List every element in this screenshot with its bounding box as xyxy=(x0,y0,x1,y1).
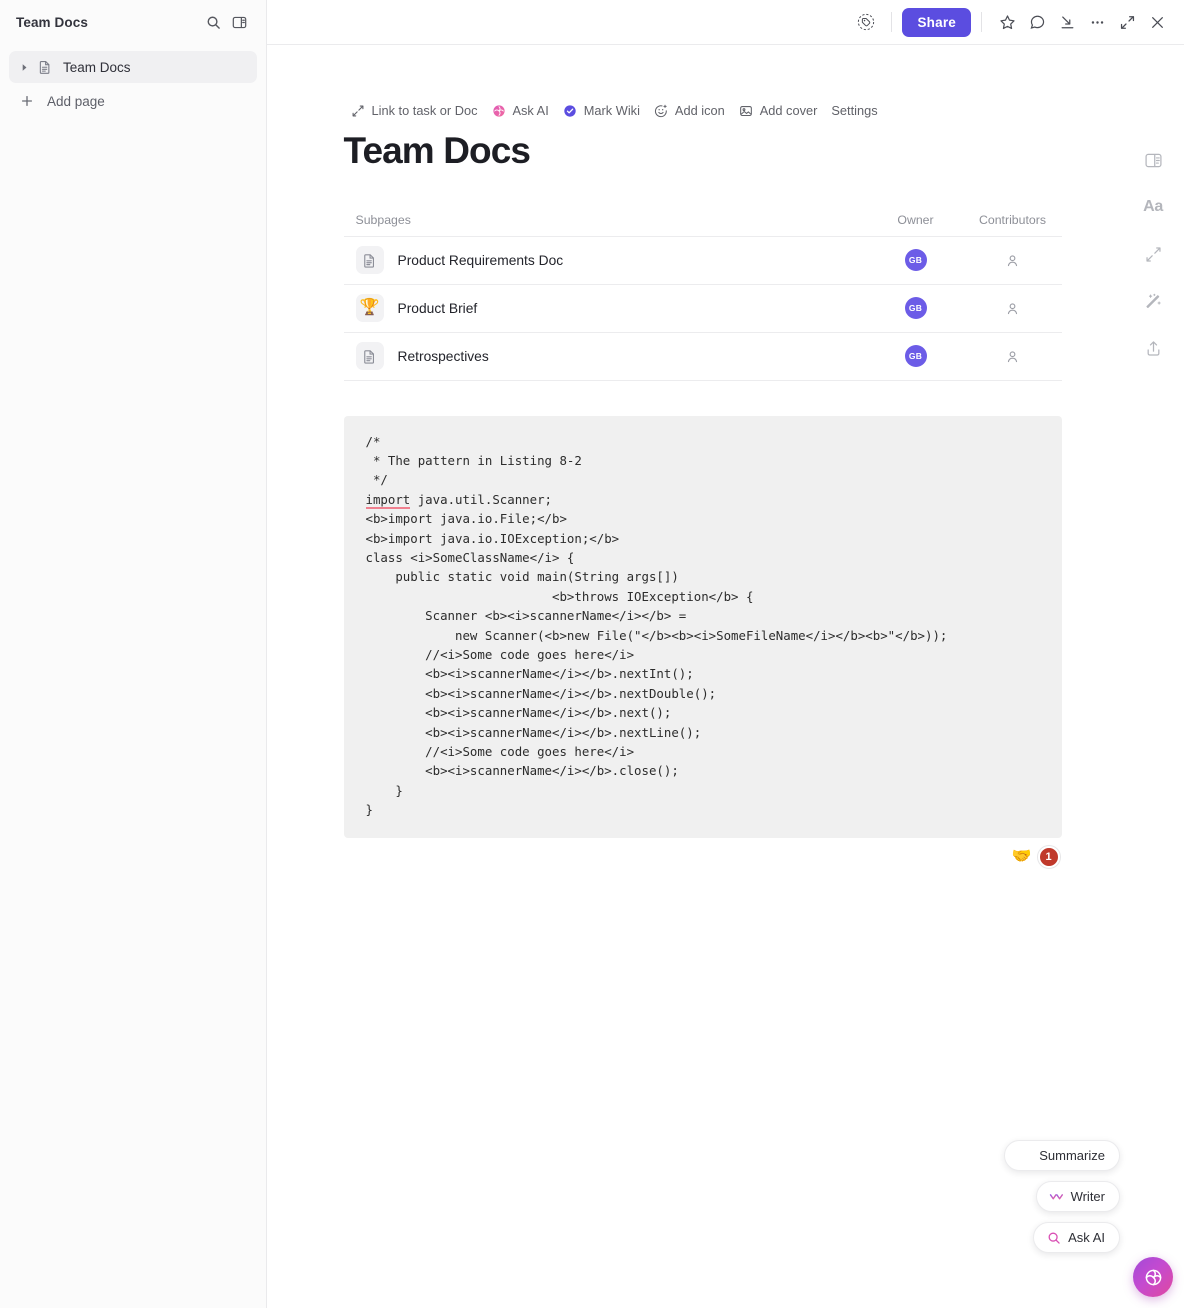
emoji-icon xyxy=(654,103,669,118)
expand-icon[interactable] xyxy=(1112,7,1142,37)
writer-icon xyxy=(1049,1189,1064,1204)
sidebar-title: Team Docs xyxy=(16,15,88,30)
add-page-button[interactable]: Add page xyxy=(9,85,257,117)
magic-wand-icon[interactable] xyxy=(1138,286,1168,316)
writer-button[interactable]: Writer xyxy=(1035,1181,1120,1212)
contributors-cell[interactable] xyxy=(964,301,1062,316)
mark-wiki-button[interactable]: Mark Wiki xyxy=(556,99,647,122)
page-layout-icon[interactable] xyxy=(1138,145,1168,175)
code-lines-before: /* * The pattern in Listing 8-2 */ xyxy=(365,433,582,488)
privacy-tag-icon[interactable] xyxy=(851,7,881,37)
add-page-label: Add page xyxy=(47,93,105,109)
share-button[interactable]: Share xyxy=(902,7,971,37)
doc-action-label: Ask AI xyxy=(512,103,549,118)
sidebar-tree: Team Docs Add page xyxy=(0,45,266,117)
owner-cell[interactable]: GB xyxy=(868,249,964,272)
plus-icon xyxy=(17,91,37,111)
doc-action-label: Add icon xyxy=(674,103,725,118)
ask-ai-icon xyxy=(491,103,506,118)
ai-pill-label: Ask AI xyxy=(1068,1230,1105,1245)
toolbar-divider xyxy=(981,12,982,32)
doc-icon xyxy=(355,342,384,371)
doc-icon xyxy=(35,57,55,77)
subpage-name-cell[interactable]: Retrospectives xyxy=(344,342,868,371)
person-icon xyxy=(1005,253,1020,268)
misspelled-word[interactable]: import xyxy=(365,491,411,509)
code-block[interactable]: /* * The pattern in Listing 8-2 */ impor… xyxy=(343,415,1062,838)
doc-action-label: Link to task or Doc xyxy=(371,103,478,118)
ai-assistant-orb[interactable] xyxy=(1133,1257,1173,1297)
sidebar-header: Team Docs xyxy=(0,0,266,45)
link-arrows-icon xyxy=(351,103,366,118)
right-rail: Aa xyxy=(1131,145,1175,363)
subpage-name: Product Requirements Doc xyxy=(397,252,564,268)
toggle-sidebar-icon[interactable] xyxy=(226,10,252,36)
ask-ai-search-icon xyxy=(1046,1230,1061,1245)
ask-ai-button[interactable]: Ask AI xyxy=(484,99,555,122)
doc-action-bar: Link to task or Doc Ask AI Mark Wiki Add… xyxy=(342,99,1060,122)
column-header-owner: Owner xyxy=(897,213,934,228)
table-row[interactable]: Product Requirements Doc GB xyxy=(343,237,1062,285)
doc-icon xyxy=(355,246,384,275)
column-header-contributors: Contributors xyxy=(979,213,1046,228)
owner-cell[interactable]: GB xyxy=(868,297,964,320)
settings-button[interactable]: Settings xyxy=(824,99,884,122)
ai-pill-label: Summarize xyxy=(1039,1148,1105,1163)
top-toolbar: Share xyxy=(267,0,1184,45)
doc-action-label: Add cover xyxy=(759,103,818,118)
star-icon[interactable] xyxy=(992,7,1022,37)
main-content: Share Link to task or Doc Ask AI Mark Wi… xyxy=(267,0,1184,1308)
reactions-bar: 🤝 1 xyxy=(344,845,1062,868)
code-lines-after: java.util.Scanner; <b>import java.io.Fil… xyxy=(365,491,948,818)
doc-action-label: Settings xyxy=(831,103,878,118)
summarize-lines-icon xyxy=(1017,1148,1032,1163)
person-icon xyxy=(1005,301,1020,316)
trophy-emoji-icon: 🏆 xyxy=(355,294,384,323)
ai-action-pills: Summarize Writer Ask AI xyxy=(1004,1140,1120,1253)
close-icon[interactable] xyxy=(1142,7,1172,37)
table-row[interactable]: 🏆 Product Brief GB xyxy=(343,285,1062,333)
subpage-name-cell[interactable]: Product Requirements Doc xyxy=(344,246,868,275)
sidebar-item-label: Team Docs xyxy=(63,59,131,75)
avatar: GB xyxy=(904,249,927,272)
typography-icon[interactable]: Aa xyxy=(1138,192,1168,222)
doc-action-label: Mark Wiki xyxy=(583,103,640,118)
ai-pill-label: Writer xyxy=(1070,1189,1105,1204)
avatar: GB xyxy=(904,345,927,368)
collapse-down-icon[interactable] xyxy=(1052,7,1082,37)
typography-label: Aa xyxy=(1143,198,1163,215)
share-export-icon[interactable] xyxy=(1138,333,1168,363)
person-icon xyxy=(1005,349,1020,364)
add-cover-button[interactable]: Add cover xyxy=(732,99,825,122)
table-row[interactable]: Retrospectives GB xyxy=(343,333,1062,381)
column-header-subpages: Subpages xyxy=(355,213,411,228)
contributors-cell[interactable] xyxy=(964,349,1062,364)
more-options-icon[interactable] xyxy=(1082,7,1112,37)
chevron-right-icon[interactable] xyxy=(15,58,33,76)
document-scroll-area[interactable]: Link to task or Doc Ask AI Mark Wiki Add… xyxy=(267,45,1184,1308)
subpage-name: Retrospectives xyxy=(397,348,489,364)
subpage-name: Product Brief xyxy=(397,300,478,316)
add-icon-button[interactable]: Add icon xyxy=(647,99,732,122)
subpage-name-cell[interactable]: 🏆 Product Brief xyxy=(344,294,868,323)
owner-cell[interactable]: GB xyxy=(868,345,964,368)
search-icon[interactable] xyxy=(200,10,226,36)
left-sidebar: Team Docs Team Docs Add page xyxy=(0,0,267,1308)
sidebar-item-team-docs[interactable]: Team Docs xyxy=(9,51,257,83)
toolbar-divider xyxy=(891,12,893,32)
subpages-table: Subpages Owner Contributors Product Requ… xyxy=(343,205,1062,381)
subpages-table-header: Subpages Owner Contributors xyxy=(343,205,1062,237)
ask-ai-button-floating[interactable]: Ask AI xyxy=(1033,1222,1120,1253)
reaction-count-badge[interactable]: 1 xyxy=(1037,845,1060,868)
image-icon xyxy=(739,103,754,118)
summarize-button[interactable]: Summarize xyxy=(1004,1140,1120,1171)
relationships-icon[interactable] xyxy=(1138,239,1168,269)
page-title[interactable]: Team Docs xyxy=(342,130,1060,173)
wiki-check-icon xyxy=(563,103,578,118)
avatar: GB xyxy=(904,297,927,320)
contributors-cell[interactable] xyxy=(964,253,1062,268)
comment-icon[interactable] xyxy=(1022,7,1052,37)
handshake-emoji-reaction[interactable]: 🤝 xyxy=(1012,848,1032,865)
link-to-task-or-doc-button[interactable]: Link to task or Doc xyxy=(344,99,485,122)
